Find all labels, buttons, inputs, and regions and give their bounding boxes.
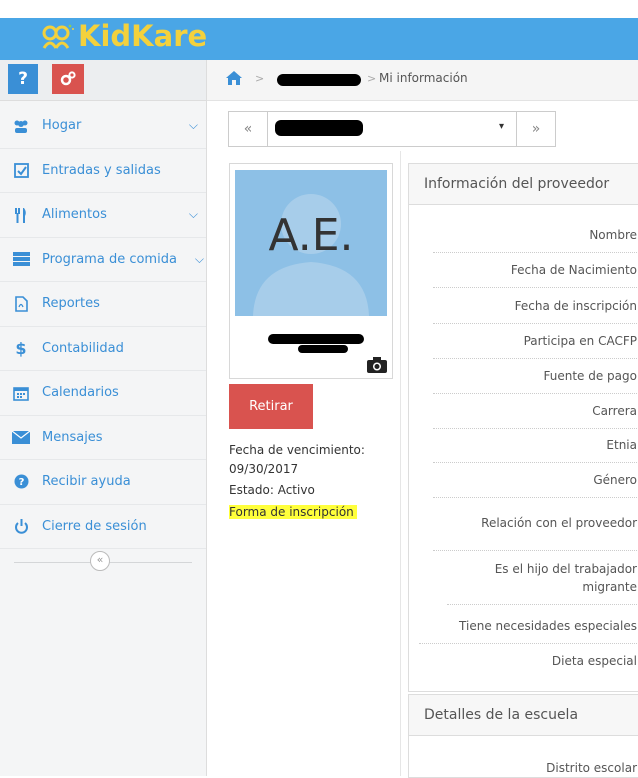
panel-title: Información del proveedor bbox=[409, 164, 638, 205]
sidebar-item-calendarios[interactable]: Calendarios bbox=[0, 371, 206, 416]
sidebar-item-label: Programa de comida bbox=[42, 251, 177, 267]
camera-icon[interactable] bbox=[366, 356, 388, 374]
sidebar-item-alimentos[interactable]: Alimentos ⌵ bbox=[0, 193, 206, 238]
profile-photo[interactable]: A.E. bbox=[235, 170, 387, 316]
breadcrumb-separator: > bbox=[367, 72, 377, 85]
utensils-icon bbox=[12, 206, 30, 224]
info-row-cacfp: Participa en CACFP bbox=[433, 334, 637, 359]
sidebar-item-cierre[interactable]: Cierre de sesión bbox=[0, 505, 206, 549]
kids-logo-icon bbox=[42, 24, 74, 49]
column-divider bbox=[400, 151, 401, 776]
calendar-icon bbox=[12, 384, 30, 402]
sidebar-item-hogar[interactable]: Hogar ⌵ bbox=[0, 104, 206, 149]
redacted-profile-name-2 bbox=[298, 345, 348, 353]
sidebar-nav: Hogar ⌵ Entradas y salidas Alimentos ⌵ P… bbox=[0, 104, 206, 575]
info-row-carrera: Carrera bbox=[433, 404, 637, 429]
sidebar-item-label: Calendarios bbox=[42, 385, 119, 401]
sidebar-item-ayuda[interactable]: ? Recibir ayuda bbox=[0, 460, 206, 505]
sidebar-item-programa[interactable]: Programa de comida ⌵ bbox=[0, 238, 206, 282]
file-icon bbox=[12, 295, 30, 313]
sidebar-item-mensajes[interactable]: Mensajes bbox=[0, 416, 206, 460]
redacted-child-name bbox=[275, 120, 363, 136]
caret-down-icon[interactable]: ▾ bbox=[499, 121, 504, 132]
redacted-profile-name bbox=[268, 334, 364, 344]
checkbox-icon bbox=[12, 161, 30, 179]
sidebar-item-label: Hogar bbox=[42, 118, 82, 134]
next-child-button[interactable]: » bbox=[516, 112, 555, 146]
info-row-etnia: Etnia bbox=[433, 438, 637, 463]
gears-icon bbox=[60, 71, 76, 86]
previous-child-button[interactable]: « bbox=[229, 112, 268, 146]
info-row-relacion: Relación con el proveedor bbox=[433, 516, 637, 551]
sidebar-item-label: Contabilidad bbox=[42, 340, 124, 356]
sidebar-item-label: Alimentos bbox=[42, 207, 107, 223]
info-row-migrante: Es el hijo del trabajador migrante bbox=[447, 560, 637, 605]
status-text: Estado: Activo bbox=[229, 483, 315, 497]
info-row-fecha-inscripcion: Fecha de inscripción bbox=[433, 299, 637, 324]
settings-button[interactable] bbox=[52, 64, 84, 94]
info-row-dieta: Dieta especial bbox=[551, 654, 637, 668]
expiration-date: 09/30/2017 bbox=[229, 462, 299, 476]
enrollment-form-link[interactable]: Forma de inscripción bbox=[229, 505, 357, 519]
sidebar: ? Hogar ⌵ Entradas y salidas Alimentos ⌵… bbox=[0, 60, 207, 776]
kidkare-logo[interactable]: KidKare bbox=[40, 15, 207, 57]
info-row-fecha-nacimiento: Fecha de Nacimiento bbox=[433, 263, 637, 288]
child-selector[interactable]: « ▾ » bbox=[228, 111, 556, 147]
profile-initials: A.E. bbox=[268, 210, 354, 261]
breadcrumb-separator: > bbox=[255, 72, 265, 85]
info-row-fuente-pago: Fuente de pago bbox=[433, 369, 637, 394]
profile-card: A.E. bbox=[229, 163, 393, 379]
users-icon bbox=[12, 117, 30, 135]
sidebar-item-label: Entradas y salidas bbox=[42, 162, 161, 178]
chevron-down-icon: ⌵ bbox=[194, 251, 204, 266]
dollar-icon: $ bbox=[15, 338, 27, 358]
envelope-icon bbox=[12, 428, 30, 446]
provider-info-panel: Información del proveedor Nombre Fecha d… bbox=[408, 163, 638, 692]
info-row-nombre: Nombre bbox=[433, 228, 637, 253]
expiration-label: Fecha de vencimiento: bbox=[229, 443, 365, 457]
breadcrumb-current: Mi información bbox=[379, 71, 468, 85]
chevron-down-icon: ⌵ bbox=[188, 118, 198, 132]
menu-list-icon bbox=[12, 250, 30, 268]
info-row-distrito: Distrito escolar bbox=[546, 761, 637, 775]
info-row-genero: Género bbox=[433, 473, 637, 498]
sidebar-item-contabilidad[interactable]: $ Contabilidad bbox=[0, 327, 206, 371]
home-icon[interactable] bbox=[225, 70, 243, 90]
sidebar-item-reportes[interactable]: Reportes bbox=[0, 282, 206, 327]
logo-text: KidKare bbox=[78, 19, 208, 53]
sidebar-item-label: Recibir ayuda bbox=[42, 474, 131, 490]
sidebar-toolbar: ? bbox=[0, 60, 206, 101]
sidebar-item-label: Cierre de sesión bbox=[42, 518, 147, 534]
svg-text:?: ? bbox=[18, 477, 24, 488]
school-details-panel: Detalles de la escuela Distrito escolar bbox=[408, 694, 638, 778]
sidebar-item-entradas[interactable]: Entradas y salidas bbox=[0, 149, 206, 193]
redacted-breadcrumb-name bbox=[277, 74, 361, 86]
chevron-down-icon: ⌵ bbox=[188, 207, 198, 221]
info-row-necesidades: Tiene necesidades especiales bbox=[419, 619, 637, 644]
withdraw-button[interactable]: Retirar bbox=[229, 384, 313, 429]
sidebar-collapse-row: « bbox=[0, 549, 206, 575]
sidebar-item-label: Mensajes bbox=[42, 429, 103, 445]
collapse-sidebar-button[interactable]: « bbox=[90, 551, 110, 571]
sidebar-item-label: Reportes bbox=[42, 296, 100, 312]
panel-title: Detalles de la escuela bbox=[409, 695, 638, 736]
help-button[interactable]: ? bbox=[8, 64, 38, 94]
power-icon bbox=[12, 517, 30, 535]
breadcrumb: > > Mi información bbox=[207, 60, 638, 101]
question-circle-icon: ? bbox=[12, 473, 30, 491]
